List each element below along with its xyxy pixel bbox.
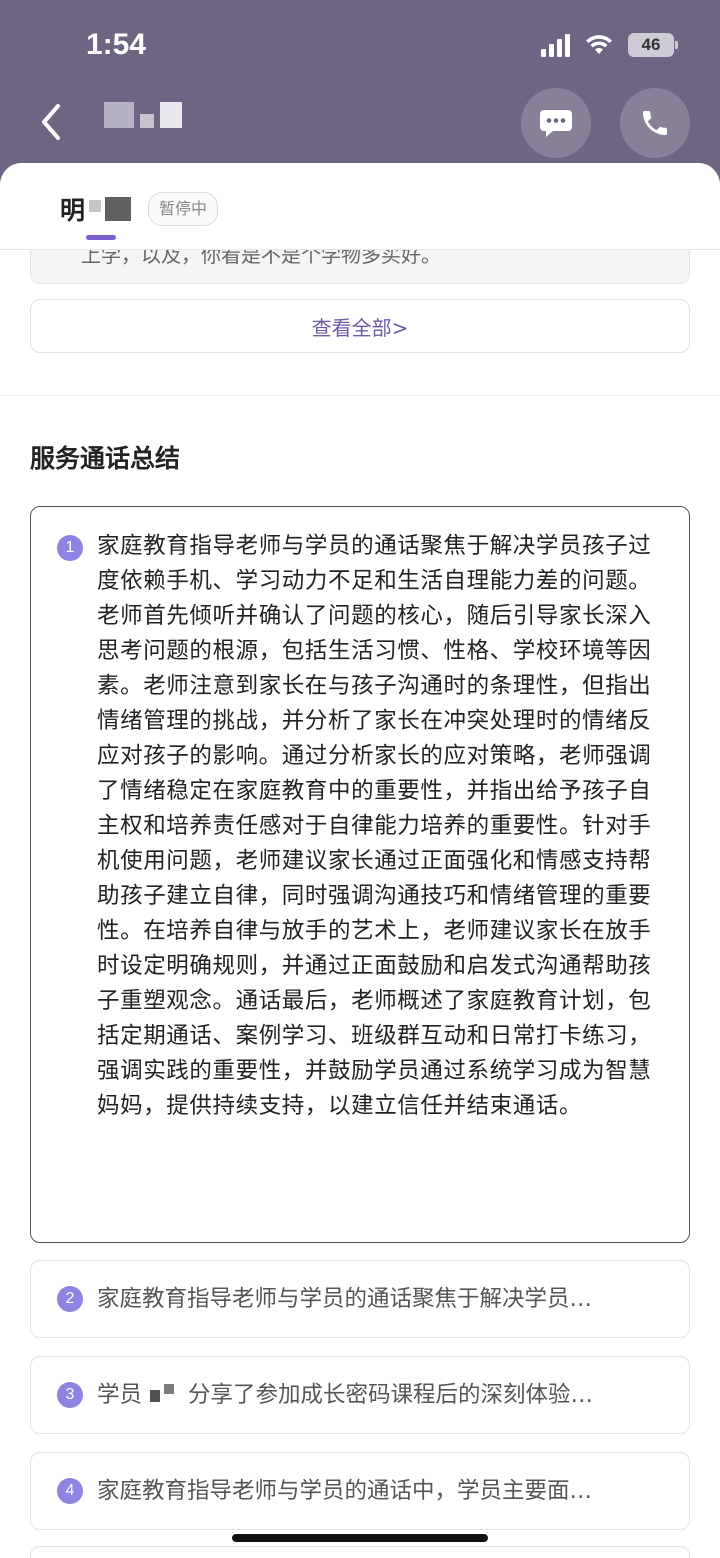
tab-contact-name: 明 (60, 196, 86, 225)
summary-card-expanded[interactable]: 1 家庭教育指导老师与学员的通话聚焦于解决学员孩子过度依赖手机、学习动力不足和生… (30, 506, 690, 1243)
battery-icon: 46 (628, 33, 678, 57)
summary-card-collapsed[interactable]: 2 家庭教育指导老师与学员的通话聚焦于解决学员… (30, 1260, 690, 1338)
summary-card-collapsed[interactable]: 3 学员 分享了参加成长密码课程后的深刻体验… (30, 1356, 690, 1434)
status-badge: 暂停中 (148, 192, 219, 226)
summary-number-badge: 2 (57, 1286, 83, 1312)
tab-active-indicator (86, 235, 116, 240)
chat-bubble-icon (540, 110, 572, 137)
content-sheet: 明 暂停中 上学，以及，你看是不是个学物多买好。 查看全部> 服务通话总结 1 … (0, 163, 720, 1558)
phone-icon (643, 111, 667, 135)
summary-text: 家庭教育指导老师与学员的通话聚焦于解决学员孩子过度依赖手机、学习动力不足和生活自… (97, 533, 652, 1119)
summary-preview-text: 学员 分享了参加成长密码课程后的深刻体验… (97, 1379, 671, 1411)
summary-number-badge: 1 (57, 535, 83, 561)
summary-preview-suffix: 分享了参加成长密码课程后的深刻体验… (188, 1382, 594, 1408)
section-title: 服务通话总结 (30, 444, 181, 473)
summary-number-badge: 3 (57, 1382, 83, 1408)
cellular-signal-icon (541, 33, 570, 57)
back-button[interactable] (36, 100, 66, 144)
chevron-left-icon (42, 104, 60, 140)
summary-number-badge: 4 (57, 1478, 83, 1504)
section-divider (0, 395, 720, 396)
view-all-button[interactable]: 查看全部> (30, 299, 690, 353)
contact-name-redacted (104, 102, 182, 128)
message-button[interactable] (521, 88, 591, 158)
summary-preview-text: 家庭教育指导老师与学员的通话聚焦于解决学员… (97, 1286, 593, 1312)
battery-level: 46 (641, 35, 661, 54)
tab-bar: 明 暂停中 (0, 163, 720, 250)
summary-preview-prefix: 学员 (97, 1382, 143, 1408)
summary-preview-text: 家庭教育指导老师与学员的通话中，学员主要面… (97, 1478, 593, 1504)
summary-card-partial[interactable] (30, 1546, 690, 1558)
wifi-icon (584, 34, 614, 56)
summary-card-collapsed[interactable]: 4 家庭教育指导老师与学员的通话中，学员主要面… (30, 1452, 690, 1530)
status-time: 1:54 (86, 28, 147, 61)
tab-contact[interactable]: 明 (60, 191, 132, 227)
status-icons: 46 (541, 33, 678, 57)
home-indicator (232, 1534, 488, 1542)
call-button[interactable] (620, 88, 690, 158)
